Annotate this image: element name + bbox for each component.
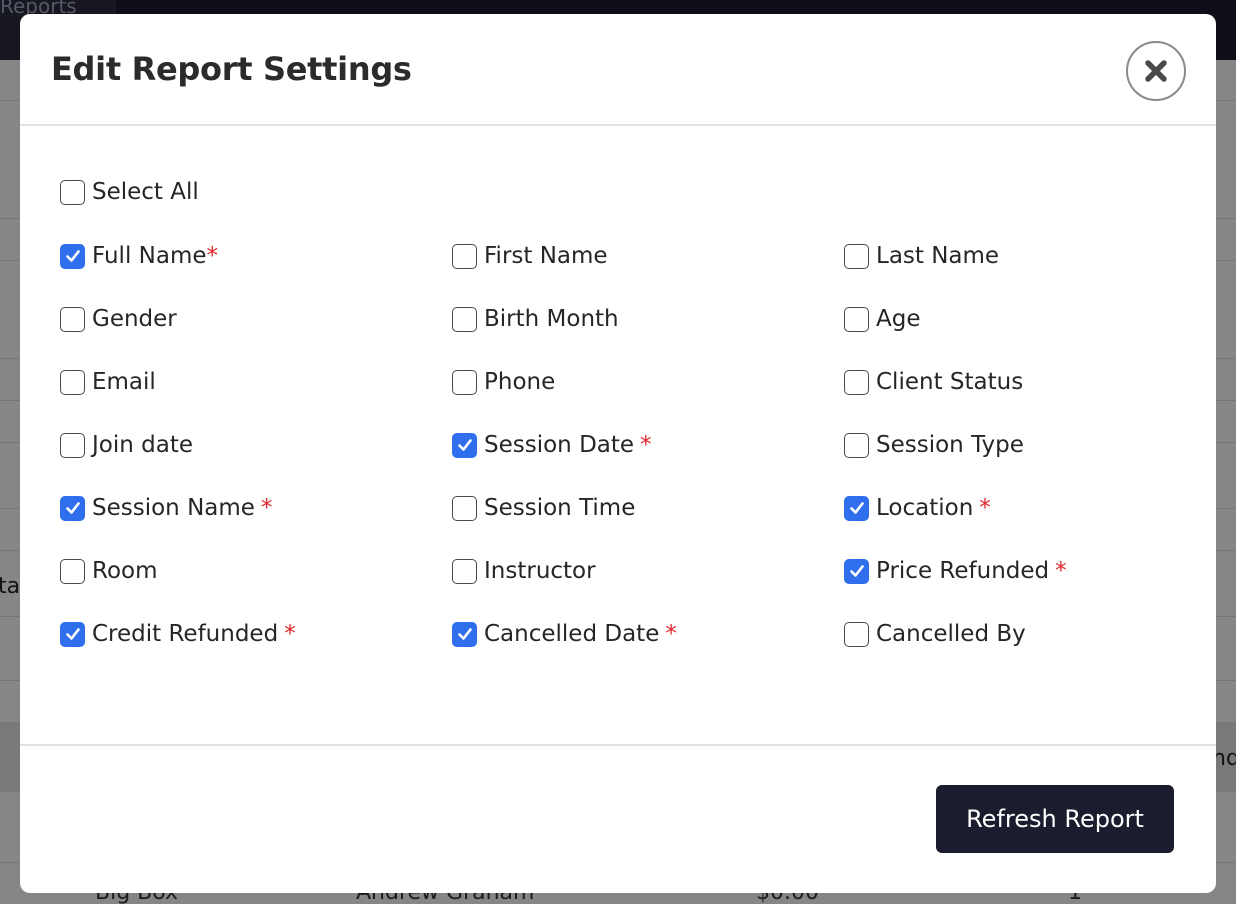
select-all-checkbox[interactable]: Select All (60, 175, 199, 209)
checkbox-instructor[interactable]: Instructor (452, 554, 596, 588)
checkbox-label: Email (92, 369, 156, 395)
required-marker: * (979, 495, 991, 521)
checkbox-label: Session Type (876, 432, 1024, 458)
footer-divider (20, 744, 1216, 746)
checkbox-label: Join date (92, 432, 193, 458)
checkbox-label: Select All (92, 179, 199, 205)
checkbox-label: Birth Month (484, 306, 619, 332)
checkbox-label: Location (876, 495, 974, 521)
checkbox-label: Cancelled Date (484, 621, 660, 647)
checkbox-credit-refunded[interactable]: Credit Refunded * (60, 617, 296, 651)
checkbox-full-name[interactable]: Full Name * (60, 239, 218, 273)
checkbox-box[interactable] (844, 243, 869, 269)
checkbox-box[interactable] (60, 369, 85, 395)
checkbox-join-date[interactable]: Join date (60, 428, 193, 462)
checkbox-box[interactable] (60, 495, 85, 521)
checkbox-box[interactable] (452, 306, 477, 332)
refresh-report-button[interactable]: Refresh Report (936, 785, 1174, 853)
checkbox-box[interactable] (452, 558, 477, 584)
checkbox-label: Phone (484, 369, 556, 395)
checkbox-box[interactable] (844, 621, 869, 647)
checkbox-box[interactable] (844, 432, 869, 458)
checkbox-phone[interactable]: Phone (452, 365, 555, 399)
checkbox-box[interactable] (60, 432, 85, 458)
checkbox-label: Last Name (876, 243, 1000, 269)
checkbox-box[interactable] (60, 558, 85, 584)
checkbox-cancelled-by[interactable]: Cancelled By (844, 617, 1026, 651)
required-marker: * (665, 621, 677, 647)
edit-report-settings-modal: Edit Report Settings Select All Full Nam… (20, 14, 1216, 893)
checkbox-label: Gender (92, 306, 177, 332)
checkbox-label: Cancelled By (876, 621, 1026, 647)
check-icon (65, 502, 80, 514)
check-icon (849, 502, 864, 514)
check-icon (65, 628, 80, 640)
checkbox-box[interactable] (452, 243, 477, 269)
checkbox-label: Client Status (876, 369, 1024, 395)
checkbox-label: Session Date (484, 432, 635, 458)
checkbox-session-date[interactable]: Session Date * (452, 428, 652, 462)
close-button[interactable] (1126, 41, 1186, 101)
checkbox-label: Room (92, 558, 158, 584)
checkbox-label: Instructor (484, 558, 596, 584)
close-x-icon (1145, 60, 1167, 82)
checkbox-birth-month[interactable]: Birth Month (452, 302, 619, 336)
checkbox-label: Full Name (92, 243, 207, 269)
checkbox-box[interactable] (452, 495, 477, 521)
check-icon (457, 439, 472, 451)
checkbox-box[interactable] (844, 306, 869, 332)
required-marker: * (640, 432, 652, 458)
checkbox-box[interactable] (60, 243, 85, 269)
check-icon (65, 250, 80, 262)
check-icon (457, 628, 472, 640)
checkbox-box[interactable] (60, 621, 85, 647)
checkbox-email[interactable]: Email (60, 365, 156, 399)
checkbox-last-name[interactable]: Last Name (844, 239, 999, 273)
checkbox-box[interactable] (844, 369, 869, 395)
checkbox-box[interactable] (452, 432, 477, 458)
required-marker: * (284, 621, 296, 647)
checkbox-location[interactable]: Location * (844, 491, 991, 525)
checkbox-box[interactable] (60, 179, 85, 205)
checkbox-label: First Name (484, 243, 608, 269)
checkbox-session-time[interactable]: Session Time (452, 491, 635, 525)
checkbox-cancelled-date[interactable]: Cancelled Date * (452, 617, 677, 651)
checkbox-room[interactable]: Room (60, 554, 158, 588)
checkbox-box[interactable] (60, 306, 85, 332)
checkbox-box[interactable] (452, 369, 477, 395)
checkbox-age[interactable]: Age (844, 302, 920, 336)
check-icon (849, 565, 864, 577)
header-divider (20, 124, 1216, 126)
checkbox-first-name[interactable]: First Name (452, 239, 608, 273)
checkbox-box[interactable] (844, 558, 869, 584)
modal-title: Edit Report Settings (51, 50, 412, 88)
checkbox-label: Credit Refunded (92, 621, 279, 647)
checkbox-client-status[interactable]: Client Status (844, 365, 1023, 399)
modal-header: Edit Report Settings (20, 14, 1216, 126)
checkbox-session-type[interactable]: Session Type (844, 428, 1024, 462)
checkbox-label: Session Name (92, 495, 255, 521)
checkbox-box[interactable] (844, 495, 869, 521)
checkbox-price-refunded[interactable]: Price Refunded * (844, 554, 1067, 588)
required-marker: * (206, 243, 219, 269)
checkbox-label: Price Refunded (876, 558, 1050, 584)
checkbox-session-name[interactable]: Session Name * (60, 491, 272, 525)
checkbox-box[interactable] (452, 621, 477, 647)
checkbox-gender[interactable]: Gender (60, 302, 177, 336)
checkbox-label: Session Time (484, 495, 636, 521)
required-marker: * (260, 495, 273, 521)
checkbox-label: Age (876, 306, 921, 332)
required-marker: * (1055, 558, 1067, 584)
